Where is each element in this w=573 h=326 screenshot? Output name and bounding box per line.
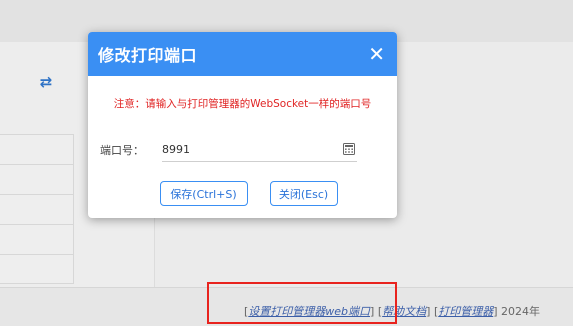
dialog-button-row: 保存(Ctrl+S) 关闭(Esc)	[88, 181, 397, 206]
dialog-header: 修改打印端口 ✕	[88, 32, 397, 76]
background-table	[0, 134, 74, 284]
table-row	[0, 135, 73, 165]
bracket-close: ]	[370, 305, 375, 318]
bracket-close: ]	[493, 305, 498, 318]
close-button[interactable]: 关闭(Esc)	[269, 181, 338, 206]
port-notice-text: 注意：请输入与打印管理器的WebSocket一样的端口号	[113, 98, 372, 110]
table-row	[0, 225, 73, 255]
port-label: 端口号：	[100, 144, 144, 157]
set-print-manager-port-link[interactable]: 设置打印管理器web端口	[248, 305, 370, 318]
dialog-title: 修改打印端口	[98, 46, 198, 65]
table-row	[0, 195, 73, 225]
bracket-close: ]	[426, 305, 431, 318]
table-row	[0, 165, 73, 195]
port-field-row: 端口号：	[100, 138, 357, 162]
close-icon[interactable]: ✕	[368, 44, 385, 64]
refresh-icon[interactable]: ⇄	[36, 72, 56, 92]
save-button[interactable]: 保存(Ctrl+S)	[159, 181, 248, 206]
port-input-wrapper	[162, 138, 357, 162]
edit-print-port-dialog: 修改打印端口 ✕ 注意：请输入与打印管理器的WebSocket一样的端口号 端口…	[88, 32, 397, 218]
calculator-icon[interactable]	[343, 140, 355, 159]
port-input[interactable]	[162, 143, 322, 156]
footer-year: 2024年	[501, 305, 541, 318]
footer-links: [设置打印管理器web端口] [帮助文档] [打印管理器] 2024年	[244, 303, 540, 319]
print-manager-link[interactable]: 打印管理器	[438, 305, 493, 318]
help-docs-link[interactable]: 帮助文档	[382, 305, 426, 318]
